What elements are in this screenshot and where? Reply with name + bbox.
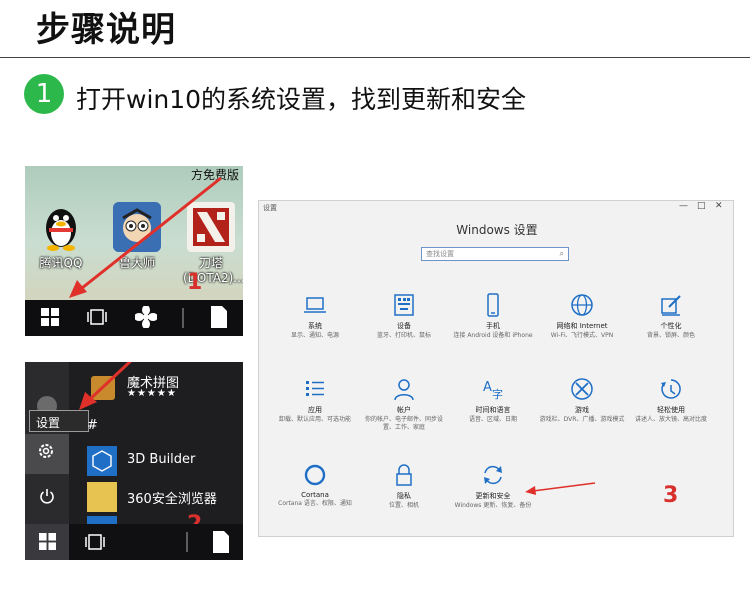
title-divider	[0, 57, 750, 58]
file-icon[interactable]	[211, 306, 227, 333]
step-number-badge: 1	[24, 74, 64, 114]
step-marker-1: 1	[187, 270, 203, 295]
taskbar	[25, 524, 243, 560]
fan-app-icon[interactable]	[134, 305, 158, 333]
page-title: 步骤说明	[36, 10, 176, 50]
task-view-icon[interactable]	[85, 533, 105, 556]
step-instruction: 打开win10的系统设置，找到更新和安全	[76, 85, 527, 114]
windows-start-icon[interactable]	[41, 308, 59, 331]
task-view-icon[interactable]	[87, 308, 107, 331]
taskbar-divider	[185, 532, 189, 557]
settings-screenshot: 设置 — □ ✕ Windows 设置 查找设置 ⌕ 系统 显示、通知、电源 设…	[258, 200, 734, 537]
file-icon[interactable]	[213, 531, 229, 558]
step-marker-3: 3	[663, 483, 679, 508]
tutorial-page: 步骤说明 1 打开win10的系统设置，找到更新和安全 方免费版 腾讯QQ 鲁大…	[0, 0, 750, 598]
taskbar-divider	[181, 308, 185, 333]
start-menu-screenshot: 设置 魔术拼图 ★★★★★ # 3D Builder 360安全浏览器	[25, 362, 243, 560]
windows-start-icon[interactable]	[39, 533, 56, 555]
desktop-screenshot: 方免费版 腾讯QQ 鲁大师 刀塔 (DOTA2)... 1	[25, 166, 243, 336]
taskbar	[25, 300, 243, 336]
